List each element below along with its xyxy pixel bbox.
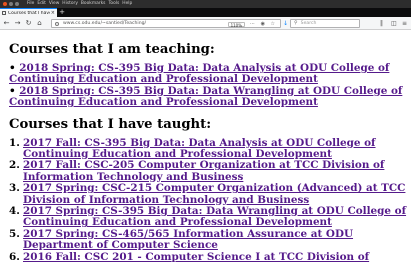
list-item: 6. 2016 Fall: CSC 201 - Computer Science… bbox=[0, 250, 411, 263]
window-close-button[interactable] bbox=[3, 2, 7, 6]
window-maximize-button[interactable] bbox=[15, 2, 19, 6]
forward-icon[interactable]: → bbox=[13, 19, 22, 28]
home-icon[interactable]: ⌂ bbox=[35, 19, 44, 28]
list-number: 6. bbox=[9, 250, 20, 263]
course-link[interactable]: Continuing Education and Professional De… bbox=[9, 96, 318, 108]
menu-tools[interactable]: Tools bbox=[108, 0, 119, 8]
course-link[interactable]: 2017 Fall: CSC-205 Computer Organization… bbox=[23, 159, 384, 171]
bookmark-star-icon[interactable]: ☆ bbox=[271, 21, 275, 28]
url-bar[interactable]: www.cs.odu.edu/~santied/Teaching/ 110% ⋯… bbox=[51, 19, 281, 28]
menu-bar: File Edit View History Bookmarks Tools H… bbox=[27, 0, 135, 8]
search-bar[interactable]: ⚲ Search bbox=[290, 19, 360, 28]
course-link[interactable]: Continuing Education and Professional De… bbox=[23, 148, 332, 160]
course-link[interactable]: 2017 Spring: CS-465/565 Information Assu… bbox=[23, 228, 353, 240]
list-number: 5. bbox=[9, 227, 20, 240]
menu-edit[interactable]: Edit bbox=[37, 0, 46, 8]
taught-list: 1. 2017 Fall: CS-395 Big Data: Data Anal… bbox=[0, 136, 411, 263]
course-link[interactable]: 2018 Spring: CS-395 Big Data: Data Analy… bbox=[19, 62, 389, 74]
menu-icon[interactable]: ≡ bbox=[402, 20, 407, 27]
teaching-list: • 2018 Spring: CS-395 Big Data: Data Ana… bbox=[9, 62, 411, 109]
menu-file[interactable]: File bbox=[27, 0, 34, 8]
heading-taught: Courses that I have taught: bbox=[9, 116, 212, 132]
course-link[interactable]: Information Technology and Business bbox=[23, 171, 243, 183]
reload-icon[interactable]: ↻ bbox=[24, 19, 33, 28]
course-link[interactable]: Department of Computer Science bbox=[23, 239, 218, 251]
list-number: 2. bbox=[9, 159, 20, 172]
course-link[interactable]: 2017 Fall: CS-395 Big Data: Data Analysi… bbox=[23, 137, 376, 149]
site-info-icon[interactable] bbox=[55, 21, 59, 26]
menu-bookmarks[interactable]: Bookmarks bbox=[81, 0, 106, 8]
course-link[interactable]: 2016 Fall: CSC 201 - Computer Science I … bbox=[23, 251, 369, 263]
course-link[interactable]: 2017 Spring: CSC-215 Computer Organizati… bbox=[23, 182, 405, 194]
bullet: • bbox=[9, 62, 16, 74]
tab-title: Courses that I have ta bbox=[8, 10, 50, 16]
back-icon[interactable]: ← bbox=[2, 19, 11, 28]
heading-teaching: Courses that I am teaching: bbox=[9, 42, 215, 57]
search-icon: ⚲ bbox=[294, 20, 298, 26]
list-number: 1. bbox=[9, 136, 20, 149]
menu-view[interactable]: View bbox=[49, 0, 59, 8]
menu-history[interactable]: History bbox=[62, 0, 78, 8]
course-link[interactable]: 2018 Spring: CS-395 Big Data: Data Wrang… bbox=[19, 85, 402, 97]
course-link[interactable]: Continuing Education and Professional De… bbox=[23, 216, 332, 228]
page-icon bbox=[2, 11, 6, 15]
list-number: 3. bbox=[9, 182, 20, 195]
sidebar-icon[interactable]: ◫ bbox=[391, 20, 397, 27]
window-titlebar: File Edit View History Bookmarks Tools H… bbox=[0, 0, 411, 8]
menu-help[interactable]: Help bbox=[122, 0, 132, 8]
course-link[interactable]: 2017 Spring: CS-395 Big Data: Data Wrang… bbox=[23, 205, 406, 217]
list-number: 4. bbox=[9, 205, 20, 218]
page-actions-icon[interactable]: ⋯ bbox=[250, 21, 255, 28]
zoom-level[interactable]: 110% bbox=[227, 21, 245, 28]
window-minimize-button[interactable] bbox=[9, 2, 13, 6]
page-content: Courses that I am teaching: • 2018 Sprin… bbox=[0, 31, 411, 277]
tab-courses[interactable]: Courses that I have ta × bbox=[0, 8, 57, 17]
pocket-icon[interactable]: ◉ bbox=[261, 21, 265, 28]
download-icon[interactable]: ↓ bbox=[283, 20, 288, 27]
bullet: • bbox=[9, 84, 16, 97]
list-item: Continuing Education and Professional De… bbox=[9, 97, 411, 108]
new-tab-button[interactable]: + bbox=[58, 8, 66, 17]
course-link[interactable]: Division of Information Technology and B… bbox=[23, 194, 309, 206]
library-icon[interactable]: ‖ bbox=[380, 20, 383, 27]
search-placeholder: Search bbox=[300, 21, 317, 26]
navigation-bar: ← → ↻ ⌂ www.cs.odu.edu/~santied/Teaching… bbox=[0, 17, 411, 30]
tab-strip: Courses that I have ta × + bbox=[0, 8, 411, 17]
course-link[interactable]: Continuing Education and Professional De… bbox=[9, 73, 318, 85]
url-text[interactable]: www.cs.odu.edu/~santied/Teaching/ bbox=[63, 21, 146, 26]
